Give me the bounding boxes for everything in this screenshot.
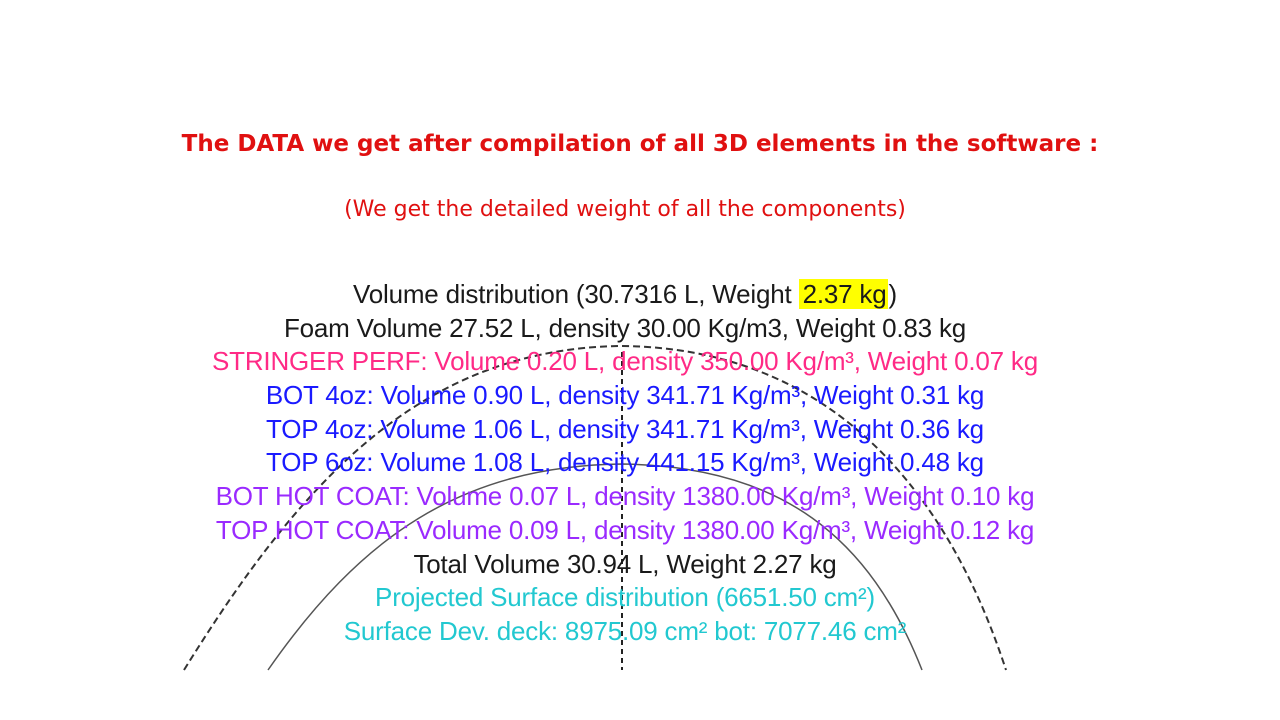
top-6oz-line: TOP 6oz: Volume 1.08 L, density 441.15 K… [266, 447, 984, 478]
bot-hot-coat-line: BOT HOT COAT: Volume 0.07 L, density 138… [215, 481, 1035, 512]
foam-line: Foam Volume 27.52 L, density 30.00 Kg/m3… [283, 312, 967, 343]
faded-cropped-text: · · · · · · · · · · · · · · · · · · · · [510, 238, 717, 246]
volume-distribution-prefix: Volume distribution (30.7316 L, Weight [353, 279, 799, 309]
top-hot-coat-line: TOP HOT COAT: Volume 0.09 L, density 138… [215, 514, 1035, 545]
total-line: Total Volume 30.94 L, Weight 2.27 kg [413, 548, 837, 579]
bot-4oz-line: BOT 4oz: Volume 0.90 L, density 341.71 K… [265, 380, 985, 411]
software-output-screenshot: · · · · · · · · · · · · · · · · · · · · … [170, 238, 1080, 674]
stringer-line: STRINGER PERF: Volume 0.20 L, density 35… [212, 346, 1038, 377]
volume-distribution-suffix: ) [888, 279, 897, 309]
slide-title: The DATA we get after compilation of all… [181, 131, 1099, 157]
slide: The DATA we get after compilation of all… [0, 0, 1280, 720]
output-lines: Volume distribution (30.7316 L, Weight 2… [170, 278, 1080, 649]
volume-distribution-line: Volume distribution (30.7316 L, Weight 2… [170, 278, 1080, 312]
slide-subtitle: (We get the detailed weight of all the c… [344, 197, 906, 222]
surface-dev-line: Surface Dev. deck: 8975.09 cm² bot: 7077… [343, 615, 907, 646]
total-weight-highlight: 2.37 kg [798, 279, 889, 309]
top-4oz-line: TOP 4oz: Volume 1.06 L, density 341.71 K… [266, 413, 984, 444]
projected-surface-line: Projected Surface distribution (6651.50 … [375, 582, 875, 613]
